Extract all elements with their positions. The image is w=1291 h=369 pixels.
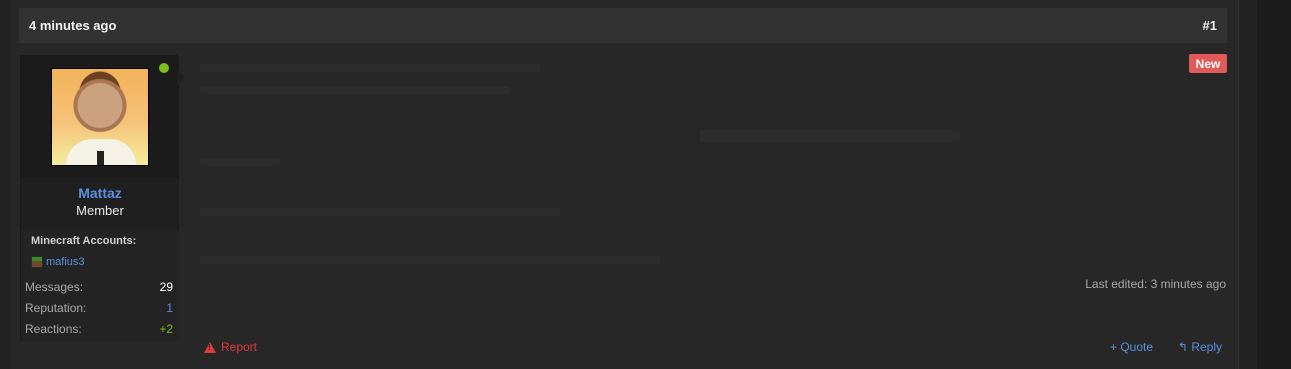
minecraft-account-name: mafius3 xyxy=(46,256,85,268)
avatar-container xyxy=(21,56,179,178)
user-name-box: Mattaz Member xyxy=(21,178,179,230)
stat-value: +2 xyxy=(159,322,173,336)
stat-value: 1 xyxy=(166,301,173,315)
quote-button[interactable]: + Quote xyxy=(1110,340,1153,354)
last-edited[interactable]: Last edited: 3 minutes ago xyxy=(1060,277,1226,291)
stat-label: Messages: xyxy=(25,280,84,294)
warning-icon xyxy=(204,341,216,353)
post-content-line xyxy=(200,86,510,94)
post-header: 4 minutes ago #1 xyxy=(19,8,1227,43)
new-badge: New xyxy=(1189,54,1227,73)
post-content-line xyxy=(200,64,540,72)
page-gutter xyxy=(1257,0,1291,369)
stat-label: Reputation: xyxy=(25,301,87,315)
online-status-indicator xyxy=(159,63,169,73)
stat-messages: Messages: 29 xyxy=(25,280,173,294)
reply-icon: ↰ xyxy=(1177,340,1192,354)
post-number[interactable]: #1 xyxy=(1203,18,1217,33)
minecraft-accounts-label: Minecraft Accounts: xyxy=(31,235,137,247)
reply-button[interactable]: ↰ Reply xyxy=(1178,340,1222,354)
user-panel: Mattaz Member Minecraft Accounts: mafius… xyxy=(20,55,179,342)
post-content-line xyxy=(200,208,560,216)
avatar[interactable] xyxy=(51,68,149,166)
report-label: Report xyxy=(221,340,258,354)
minecraft-head-icon xyxy=(31,256,43,268)
username[interactable]: Mattaz xyxy=(21,185,179,201)
reply-label: Reply xyxy=(1191,340,1222,354)
report-button[interactable]: Report xyxy=(204,340,257,354)
stat-reactions: Reactions: +2 xyxy=(25,322,173,336)
post-container xyxy=(10,0,1239,369)
user-title: Member xyxy=(76,203,124,218)
avatar-tie xyxy=(97,151,104,165)
user-stats: Minecraft Accounts: mafius3 Messages: 29… xyxy=(21,230,179,342)
post-time[interactable]: 4 minutes ago xyxy=(29,18,116,33)
post-actions: + Quote ↰ Reply xyxy=(1110,340,1222,354)
stat-label: Reactions: xyxy=(25,322,82,336)
post-content-line xyxy=(200,256,660,264)
minecraft-account-link[interactable]: mafius3 xyxy=(31,256,85,268)
stat-reputation: Reputation: 1 xyxy=(25,301,173,315)
stat-value: 29 xyxy=(159,280,173,294)
user-panel-arrow xyxy=(177,68,185,86)
post-content-line xyxy=(700,130,960,142)
post-content-line xyxy=(200,158,280,166)
